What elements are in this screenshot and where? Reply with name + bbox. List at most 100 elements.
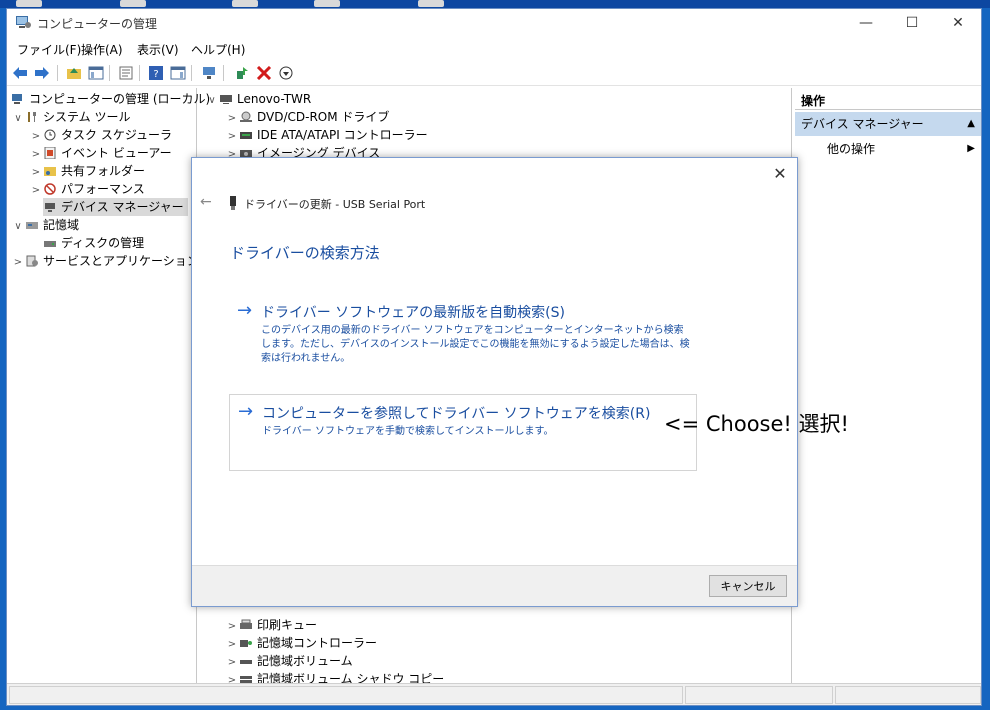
computer-management-icon bbox=[12, 94, 22, 104]
actions-device-manager[interactable]: デバイス マネージャー ▲ bbox=[795, 112, 981, 136]
chevron-down-icon[interactable]: ∨ bbox=[11, 110, 25, 128]
tree-label: デバイス マネージャー bbox=[61, 200, 184, 214]
optical-drive-icon bbox=[240, 111, 252, 122]
enable-device-icon[interactable] bbox=[277, 64, 295, 82]
tree-item-disk-management[interactable]: ディスクの管理 bbox=[43, 234, 144, 252]
folder-up-icon[interactable] bbox=[65, 64, 83, 82]
clock-icon bbox=[44, 129, 56, 141]
chevron-down-icon[interactable]: ∨ bbox=[11, 218, 25, 236]
menu-view[interactable]: 表示(V) bbox=[137, 41, 179, 58]
performance-icon bbox=[44, 183, 56, 195]
computer-management-icon bbox=[16, 16, 31, 28]
uninstall-device-icon[interactable] bbox=[255, 64, 273, 82]
annotation-text: <= Choose! 選択! bbox=[664, 412, 849, 436]
desktop-icon bbox=[418, 0, 444, 7]
tree-label: Lenovo-TWR bbox=[237, 92, 312, 106]
desktop-icon bbox=[232, 0, 258, 7]
computer-icon bbox=[220, 95, 232, 104]
window-title: コンピューターの管理 bbox=[37, 17, 158, 31]
dialog-heading: ドライバーの検索方法 bbox=[230, 244, 380, 262]
browse-computer-option[interactable]: → コンピューターを参照してドライバー ソフトウェアを検索(R) ドライバー ソ… bbox=[229, 394, 697, 471]
toolbar-separator bbox=[139, 65, 140, 81]
tree-label: イベント ビューアー bbox=[61, 146, 172, 160]
auto-search-desc: このデバイス用の最新のドライバー ソフトウェアをコンピューターとインターネットか… bbox=[261, 325, 690, 364]
status-bar bbox=[7, 683, 981, 705]
browse-computer-title: コンピューターを参照してドライバー ソフトウェアを検索(R) bbox=[262, 406, 651, 422]
cancel-button[interactable]: キャンセル bbox=[709, 575, 787, 597]
desktop-icon bbox=[120, 0, 146, 7]
right-arrow-icon: → bbox=[238, 401, 254, 422]
tree-label: サービスとアプリケーション bbox=[43, 254, 199, 268]
properties-icon[interactable] bbox=[117, 64, 135, 82]
tree-item-system-tools[interactable]: ∨ システム ツール bbox=[11, 108, 130, 126]
toolbar-separator bbox=[57, 65, 58, 81]
update-driver-dialog: ✕ ← ドライバーの更新 - USB Serial Port ドライバーの検索方… bbox=[191, 157, 798, 607]
forward-arrow-icon[interactable] bbox=[33, 64, 51, 82]
desktop-icon bbox=[314, 0, 340, 7]
tree-label: 共有フォルダー bbox=[61, 164, 146, 178]
actions-more[interactable]: 他の操作 ▶ bbox=[795, 140, 981, 158]
storage-icon bbox=[26, 222, 38, 229]
tree-item-dvd[interactable]: > DVD/CD-ROM ドライブ bbox=[225, 108, 390, 126]
tree-item-computer-root[interactable]: ∨ Lenovo-TWR bbox=[205, 90, 311, 108]
close-icon[interactable]: ✕ bbox=[769, 164, 791, 184]
status-cell bbox=[835, 686, 981, 704]
chevron-down-icon[interactable]: ∨ bbox=[205, 92, 219, 110]
tree-item-services-apps[interactable]: > サービスとアプリケーション bbox=[11, 252, 199, 270]
tree-item-task-scheduler[interactable]: > タスク スケジューラ bbox=[29, 126, 172, 144]
auto-search-option[interactable]: → ドライバー ソフトウェアの最新版を自動検索(S) このデバイス用の最新のドラ… bbox=[229, 294, 697, 374]
status-cell bbox=[685, 686, 833, 704]
volume-icon bbox=[240, 660, 252, 664]
chevron-right-icon[interactable]: > bbox=[29, 182, 43, 200]
collapse-up-icon[interactable]: ▲ bbox=[967, 112, 975, 136]
tree-item-device-manager[interactable]: デバイス マネージャー bbox=[43, 198, 188, 216]
tree-label: システム ツール bbox=[43, 110, 131, 124]
tree-item-print-queue[interactable]: > 印刷キュー bbox=[225, 616, 317, 634]
tree-item-storage[interactable]: ∨ 記憶域 bbox=[11, 216, 79, 234]
submenu-arrow-icon: ▶ bbox=[967, 143, 975, 154]
update-driver-icon[interactable] bbox=[233, 64, 251, 82]
tree-item-computer-management[interactable]: コンピューターの管理 (ローカル) bbox=[11, 90, 210, 108]
device-manager-icon bbox=[45, 203, 55, 212]
actions-pane: 操作 デバイス マネージャー ▲ 他の操作 ▶ bbox=[795, 88, 981, 683]
browse-computer-desc: ドライバー ソフトウェアを手動で検索してインストールします。 bbox=[262, 426, 554, 437]
maximize-button[interactable]: ☐ bbox=[889, 9, 935, 37]
tree-item-storage-volume[interactable]: > 記憶域ボリューム bbox=[225, 652, 353, 670]
controller-icon bbox=[240, 132, 252, 139]
back-arrow-icon[interactable] bbox=[11, 64, 29, 82]
dialog-footer: キャンセル bbox=[192, 565, 797, 606]
close-window-button[interactable]: ✕ bbox=[935, 9, 981, 37]
scan-hardware-icon[interactable] bbox=[201, 64, 219, 82]
back-arrow-icon[interactable]: ← bbox=[200, 194, 212, 210]
actions-selected-label: デバイス マネージャー bbox=[801, 117, 924, 131]
svg-text:?: ? bbox=[153, 69, 158, 80]
tree-item-shared-folders[interactable]: > 共有フォルダー bbox=[29, 162, 145, 180]
menu-file[interactable]: ファイル(F) bbox=[17, 41, 81, 58]
usb-device-icon bbox=[230, 196, 236, 210]
tree-item-ide[interactable]: > IDE ATA/ATAPI コントローラー bbox=[225, 126, 428, 144]
chevron-right-icon[interactable]: > bbox=[11, 254, 25, 272]
tree-label: 記憶域コントローラー bbox=[257, 636, 378, 650]
toolbar: ? bbox=[7, 61, 981, 86]
menu-help[interactable]: ヘルプ(H) bbox=[191, 41, 245, 58]
desktop-icon bbox=[16, 0, 42, 7]
minimize-button[interactable]: — bbox=[843, 9, 889, 37]
printer-icon bbox=[240, 619, 252, 629]
title-bar[interactable]: コンピューターの管理 — ☐ ✕ bbox=[7, 9, 981, 37]
toolbar-separator bbox=[109, 65, 110, 81]
tree-item-performance[interactable]: > パフォーマンス bbox=[29, 180, 145, 198]
show-hide-console-tree-icon[interactable] bbox=[87, 64, 105, 82]
tree-item-event-viewer[interactable]: > イベント ビューアー bbox=[29, 144, 172, 162]
tree-label: DVD/CD-ROM ドライブ bbox=[257, 110, 390, 124]
menu-bar: ファイル(F) 操作(A) 表示(V) ヘルプ(H) bbox=[7, 37, 981, 59]
right-arrow-icon: → bbox=[237, 300, 253, 321]
dialog-title: ドライバーの更新 - USB Serial Port bbox=[244, 198, 426, 211]
help-icon[interactable]: ? bbox=[147, 64, 165, 82]
menu-action[interactable]: 操作(A) bbox=[81, 41, 123, 58]
tree-label: コンピューターの管理 (ローカル) bbox=[29, 92, 211, 106]
action-pane-icon[interactable] bbox=[169, 64, 187, 82]
desktop-strip bbox=[0, 0, 990, 8]
storage-controller-icon bbox=[240, 640, 252, 647]
tree-label: タスク スケジューラ bbox=[61, 128, 172, 142]
tree-item-storage-controller[interactable]: > 記憶域コントローラー bbox=[225, 634, 377, 652]
